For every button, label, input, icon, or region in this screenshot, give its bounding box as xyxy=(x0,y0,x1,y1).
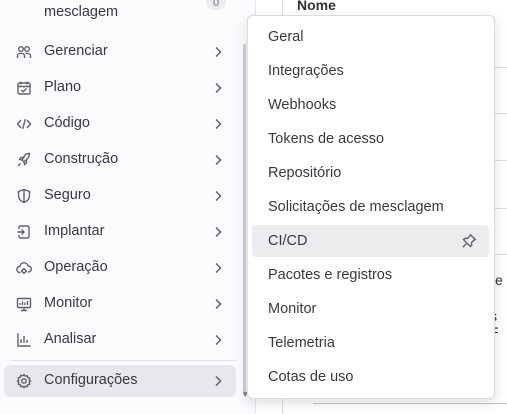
menu-item-pacotes-e-registros[interactable]: Pacotes e registros xyxy=(252,259,489,291)
chevron-right-icon xyxy=(210,152,226,168)
rocket-icon xyxy=(16,152,32,168)
thumbtack-icon[interactable] xyxy=(461,233,477,249)
shield-icon xyxy=(16,188,32,204)
chevron-right-icon xyxy=(210,260,226,276)
settings-icon xyxy=(16,373,32,389)
sidebar-item-operacao[interactable]: Operação xyxy=(4,252,236,284)
calendar-icon xyxy=(16,80,32,96)
sidebar-item-label: Construção xyxy=(44,151,119,167)
settings-flyout-menu: Geral Integrações Webhooks Tokens de ace… xyxy=(247,15,495,399)
table-cell-fragment: e xyxy=(495,272,503,288)
menu-item-label: Tokens de acesso xyxy=(268,131,385,147)
sidebar-item-construcao[interactable]: Construção xyxy=(4,144,236,176)
sidebar-item-label: Monitor xyxy=(44,295,93,311)
sidebar-item-implantar[interactable]: Implantar xyxy=(4,216,236,248)
menu-item-label: Monitor xyxy=(268,301,317,317)
chart-icon xyxy=(16,332,32,348)
chevron-right-icon xyxy=(210,80,226,96)
menu-item-cotas-de-uso[interactable]: Cotas de uso xyxy=(252,361,489,393)
menu-item-telemetria[interactable]: Telemetria xyxy=(252,327,489,359)
sidebar-item-configuracoes[interactable]: Configurações xyxy=(4,365,236,397)
merge-requests-count-badge: 0 xyxy=(206,0,226,10)
menu-item-label: Cotas de uso xyxy=(268,369,354,385)
chevron-right-icon xyxy=(210,224,226,240)
sidebar-item-label: Operação xyxy=(44,259,108,275)
chevron-right-icon xyxy=(210,188,226,204)
sidebar-scrollbar[interactable] xyxy=(243,44,246,396)
menu-item-label: CI/CD xyxy=(268,233,308,249)
menu-item-label: Integrações xyxy=(268,63,344,79)
menu-item-webhooks[interactable]: Webhooks xyxy=(252,89,489,121)
sidebar-item-seguro[interactable]: Seguro xyxy=(4,180,236,212)
menu-item-tokens-de-acesso[interactable]: Tokens de acesso xyxy=(252,123,489,155)
chevron-right-icon xyxy=(210,373,226,389)
menu-item-solicitacoes-de-mesclagem[interactable]: Solicitações de mesclagem xyxy=(252,191,489,223)
menu-item-label: Webhooks xyxy=(268,97,337,113)
chevron-right-icon xyxy=(210,332,226,348)
table-column-header-name: Nome xyxy=(297,0,336,13)
sidebar-item-gerenciar[interactable]: Gerenciar xyxy=(4,36,236,68)
code-icon xyxy=(16,116,32,132)
menu-item-monitor[interactable]: Monitor xyxy=(252,293,489,325)
sidebar-item-merge-requests-label[interactable]: mesclagem xyxy=(44,4,118,20)
chevron-right-icon xyxy=(210,116,226,132)
deployments-icon xyxy=(16,224,32,240)
sidebar-item-plano[interactable]: Plano xyxy=(4,72,236,104)
chevron-right-icon xyxy=(210,44,226,60)
sidebar-item-label: Plano xyxy=(44,79,82,95)
menu-item-label: Geral xyxy=(268,29,304,45)
sidebar-item-codigo[interactable]: Código xyxy=(4,108,236,140)
sidebar-item-label: Seguro xyxy=(44,187,91,203)
monitor-icon xyxy=(16,296,32,312)
menu-item-geral[interactable]: Geral xyxy=(252,21,489,53)
menu-item-integracoes[interactable]: Integrações xyxy=(252,55,489,87)
sidebar-item-monitor[interactable]: Monitor xyxy=(4,288,236,320)
sidebar: mesclagem 0 Gerenciar Plano Código Const… xyxy=(0,0,250,414)
sidebar-item-label: Código xyxy=(44,115,90,131)
chevron-right-icon xyxy=(210,296,226,312)
menu-item-label: Pacotes e registros xyxy=(268,267,393,283)
sidebar-item-analisar[interactable]: Analisar xyxy=(4,324,236,356)
sidebar-item-label: Configurações xyxy=(44,372,138,388)
sidebar-item-label: Gerenciar xyxy=(44,43,108,59)
table-bottom-border xyxy=(313,403,507,404)
menu-item-label: Repositório xyxy=(268,165,342,181)
cloud-gear-icon xyxy=(16,260,32,276)
menu-item-repositorio[interactable]: Repositório xyxy=(252,157,489,189)
menu-item-ci-cd[interactable]: CI/CD xyxy=(252,225,489,257)
sidebar-item-label: Implantar xyxy=(44,223,105,239)
menu-item-label: Solicitações de mesclagem xyxy=(268,199,444,215)
menu-item-label: Telemetria xyxy=(268,335,335,351)
sidebar-divider xyxy=(12,360,236,361)
users-icon xyxy=(16,44,32,60)
sidebar-item-label: Analisar xyxy=(44,331,97,347)
